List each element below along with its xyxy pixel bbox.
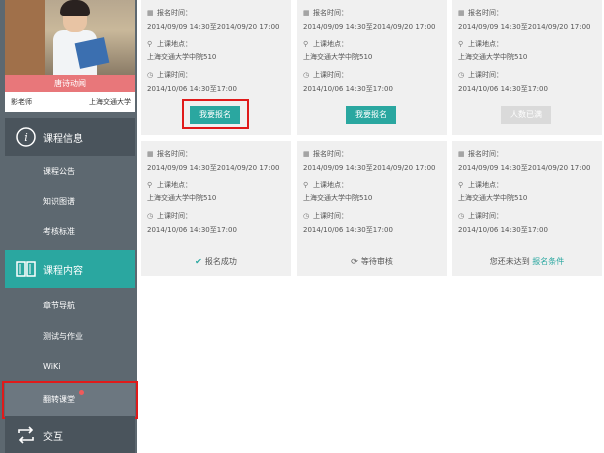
check-circle-icon: ✔ xyxy=(195,257,202,266)
class-time: 2014/10/06 14:30至17:00 xyxy=(303,85,393,93)
session-card: ▦ 报名时间： 2014/09/09 14:30至2014/09/20 17:00… xyxy=(297,0,447,135)
location-pin-icon: ⚲ xyxy=(458,181,464,189)
svg-text:i: i xyxy=(24,131,28,144)
calendar-icon: ▦ xyxy=(458,9,465,17)
status-text: 报名成功 xyxy=(204,257,237,266)
sidebar-item-knowledge-map[interactable]: 知识图谱 xyxy=(5,186,135,216)
notification-dot xyxy=(79,390,84,395)
calendar-icon: ▦ xyxy=(147,150,154,158)
location: 上海交通大学中院510 xyxy=(303,194,373,202)
sidebar-item-tests[interactable]: 测试与作业 xyxy=(5,321,135,351)
status-text: 您还未达到 xyxy=(489,257,530,266)
session-card: ▦ 报名时间： 2014/09/09 14:30至2014/09/20 17:00… xyxy=(141,0,291,135)
class-time: 2014/10/06 14:30至17:00 xyxy=(147,85,237,93)
info-icon: i xyxy=(15,126,37,148)
registration-conditions-link[interactable]: 报名条件 xyxy=(532,257,564,266)
clock-icon: ◷ xyxy=(458,212,465,220)
teacher-label: 影老师 xyxy=(11,98,32,106)
registration-time: 2014/09/09 14:30至2014/09/20 17:00 xyxy=(147,164,280,172)
nav-section-label: 课程内容 xyxy=(43,266,83,277)
clock-icon: ◷ xyxy=(458,71,465,79)
nav-section-interact[interactable]: 交互 xyxy=(5,416,135,453)
clock-icon: ◷ xyxy=(147,212,154,220)
calendar-icon: ▦ xyxy=(303,9,310,17)
sidebar-item-wiki[interactable]: WiKi xyxy=(5,352,135,382)
calendar-icon: ▦ xyxy=(458,150,465,158)
location-pin-icon: ⚲ xyxy=(458,40,464,48)
class-time: 2014/10/06 14:30至17:00 xyxy=(458,226,548,234)
session-card: ▦ 报名时间： 2014/09/09 14:30至2014/09/20 17:00… xyxy=(297,141,447,276)
registration-time: 2014/09/09 14:30至2014/09/20 17:00 xyxy=(458,23,591,31)
location: 上海交通大学中院510 xyxy=(458,53,528,61)
teacher-display-name: 唐诗动闻 xyxy=(5,75,135,92)
location: 上海交通大学中院510 xyxy=(458,194,528,202)
nav-section-course-info[interactable]: i 课程信息 xyxy=(5,118,135,156)
book-icon xyxy=(15,258,37,280)
teacher-info: 影老师 上海交通大学 xyxy=(5,92,135,112)
sidebar-item-announcements[interactable]: 课程公告 xyxy=(5,156,135,186)
sidebar-item-chapters[interactable]: 章节导航 xyxy=(5,290,135,320)
registration-time: 2014/09/09 14:30至2014/09/20 17:00 xyxy=(303,164,436,172)
clock-icon: ◷ xyxy=(303,212,310,220)
register-button[interactable]: 我要报名 xyxy=(190,106,240,124)
registration-time: 2014/09/09 14:30至2014/09/20 17:00 xyxy=(147,23,280,31)
session-card: ▦ 报名时间： 2014/09/09 14:30至2014/09/20 17:00… xyxy=(452,0,602,135)
location-pin-icon: ⚲ xyxy=(303,181,309,189)
teacher-school: 上海交通大学 xyxy=(89,98,131,106)
teacher-photo xyxy=(5,0,135,75)
status-row: ✔ 报名成功 xyxy=(141,256,291,267)
location: 上海交通大学中院510 xyxy=(147,194,217,202)
location-pin-icon: ⚲ xyxy=(147,181,153,189)
class-time: 2014/10/06 14:30至17:00 xyxy=(147,226,237,234)
clock-icon: ◷ xyxy=(303,71,310,79)
clock-icon: ◷ xyxy=(147,71,154,79)
nav-section-course-content[interactable]: 课程内容 xyxy=(5,250,135,288)
class-time: 2014/10/06 14:30至17:00 xyxy=(303,226,393,234)
status-text: 等待审核 xyxy=(360,257,393,266)
session-card: ▦ 报名时间： 2014/09/09 14:30至2014/09/20 17:00… xyxy=(141,141,291,276)
calendar-icon: ▦ xyxy=(303,150,310,158)
registration-time: 2014/09/09 14:30至2014/09/20 17:00 xyxy=(458,164,591,172)
nav-section-label: 交互 xyxy=(43,432,63,443)
loop-arrows-icon xyxy=(15,424,37,446)
status-row: ⟳ 等待审核 xyxy=(297,256,447,267)
refresh-icon: ⟳ xyxy=(351,257,358,266)
location-pin-icon: ⚲ xyxy=(147,40,153,48)
full-capacity-button: 人数已满 xyxy=(501,106,551,124)
location: 上海交通大学中院510 xyxy=(303,53,373,61)
session-card: ▦ 报名时间： 2014/09/09 14:30至2014/09/20 17:00… xyxy=(452,141,602,276)
register-button[interactable]: 我要报名 xyxy=(346,106,396,124)
status-row: 您还未达到 报名条件 xyxy=(452,256,602,267)
location: 上海交通大学中院510 xyxy=(147,53,217,61)
nav-section-label: 课程信息 xyxy=(43,134,83,145)
sidebar-item-flipped-classroom[interactable]: 翻转课堂 xyxy=(5,383,135,417)
calendar-icon: ▦ xyxy=(147,9,154,17)
location-pin-icon: ⚲ xyxy=(303,40,309,48)
sidebar-item-assessment[interactable]: 考核标准 xyxy=(5,216,135,246)
class-time: 2014/10/06 14:30至17:00 xyxy=(458,85,548,93)
registration-time: 2014/09/09 14:30至2014/09/20 17:00 xyxy=(303,23,436,31)
